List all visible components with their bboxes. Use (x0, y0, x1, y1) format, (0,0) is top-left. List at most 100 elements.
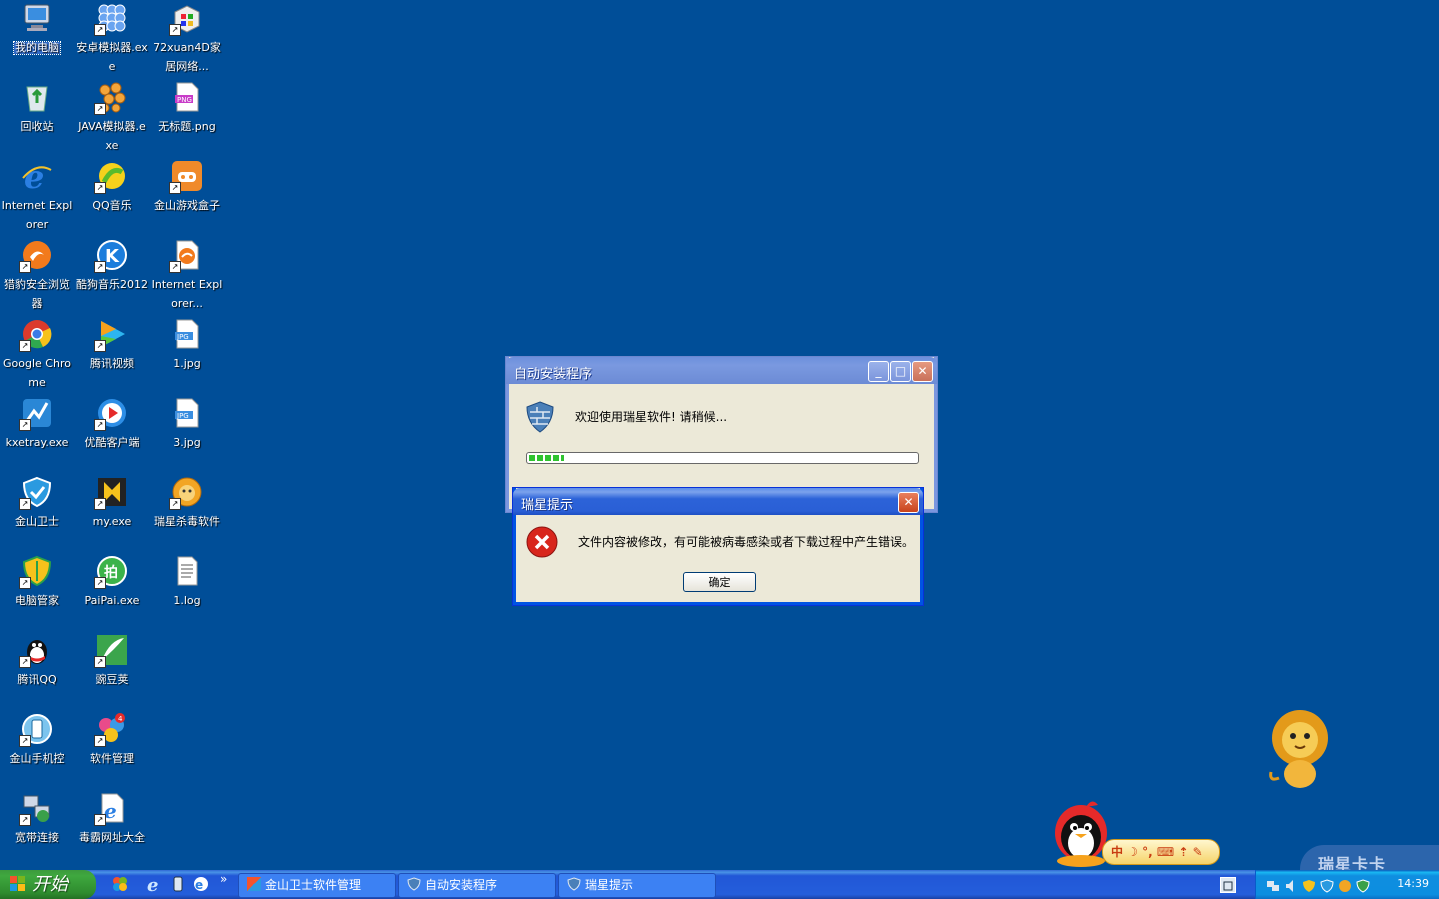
alert-message: 文件内容被修改，有可能被病毒感染或者下载过程中产生错误。 (578, 535, 915, 549)
rising-tray-icon[interactable] (1338, 878, 1352, 892)
my-computer-icon (21, 2, 53, 34)
network-icon[interactable] (1266, 878, 1280, 892)
lion-mascot[interactable] (1265, 708, 1335, 790)
jpg-file-icon: JPG (171, 318, 203, 350)
shield-icon (525, 401, 555, 433)
task-kingsoft-software-manager[interactable]: 金山卫士软件管理 (238, 873, 396, 898)
desktop-icon-rising-antivirus[interactable]: ↗ 瑞星杀毒软件 (151, 476, 223, 529)
desktop-icon-youku[interactable]: ↗ 优酷客户端 (76, 397, 148, 450)
task-installer[interactable]: 自动安装程序 (398, 873, 556, 898)
broadband-icon: ↗ (19, 792, 53, 826)
desktop-icon-my-computer[interactable]: 我的电脑 (1, 2, 73, 55)
rising-antivirus-icon: ↗ (169, 476, 203, 510)
desktop-icon-recycle-bin[interactable]: 回收站 (1, 81, 73, 134)
alert-close-button[interactable]: ✕ (898, 492, 919, 513)
antivirus-tray-icon[interactable] (1356, 878, 1370, 893)
alert-titlebar[interactable]: 瑞星提示 ✕ (513, 488, 923, 515)
maximize-button[interactable]: □ (890, 361, 911, 382)
desktop-icon-my-exe[interactable]: ↗ my.exe (76, 476, 148, 529)
browser-quicklaunch-icon[interactable]: e (192, 875, 210, 893)
windows-logo-icon (10, 876, 26, 892)
desktop-icon-internet-explorer[interactable]: e Internet Explorer (1, 158, 73, 232)
desktop-icon-kingsoft-guard[interactable]: ↗ 金山卫士 (1, 476, 73, 529)
jpg-file-icon: JPG (171, 397, 203, 429)
qq-music-icon: ↗ (94, 160, 128, 194)
ie-quicklaunch-icon[interactable]: e (146, 875, 164, 896)
tencent-video-icon: ↗ (94, 318, 128, 352)
ie-shortcut-icon: ↗ (169, 239, 203, 273)
task-rising-alert[interactable]: 瑞星提示 (558, 873, 716, 898)
desktop-icon-liebao-browser[interactable]: ↗ 猎豹安全浏览器 (1, 239, 73, 311)
desktop-icon-72xuan[interactable]: ↗ 72xuan4D家居网络... (151, 2, 223, 74)
svg-text:e: e (24, 160, 44, 192)
media-player-icon[interactable] (170, 876, 186, 892)
security-shield-icon[interactable] (1302, 878, 1316, 892)
java-emulator-icon: ↗ (94, 81, 128, 115)
paipai-icon: 拍 ↗ (94, 555, 128, 589)
desktop-icon-qq-music[interactable]: ↗ QQ音乐 (76, 160, 148, 213)
chrome-icon: ↗ (19, 318, 53, 352)
desktop-icon-log-file[interactable]: 1.log (151, 555, 223, 608)
game-box-icon: ↗ (169, 160, 203, 194)
desktop-icon-android-emulator[interactable]: ↗ 安卓模拟器.exe (76, 2, 148, 74)
desktop-icon-png-file[interactable]: PNG 无标题.png (151, 81, 223, 134)
desktop-icon-jpg-1[interactable]: JPG 1.jpg (151, 318, 223, 371)
shield-icon (567, 876, 581, 891)
show-desktop-icon[interactable] (112, 876, 128, 892)
ok-button[interactable]: 确定 (683, 572, 756, 592)
qq-toolbar[interactable]: 中 ☽ °, ⌨ ⇡ ✎ (1046, 797, 1221, 867)
svg-text:K: K (105, 246, 120, 267)
quicklaunch-more[interactable]: » (220, 872, 227, 886)
alert-title: 瑞星提示 (521, 498, 574, 513)
minimize-button[interactable]: _ (868, 361, 889, 382)
desktop-icon-kugou[interactable]: K ↗ 酷狗音乐2012 (76, 239, 148, 292)
rising-watermark: 瑞星卡卡 (1300, 845, 1439, 874)
taskbar: 开始 e e » 金山卫士软件管理 自动安装程序 瑞星提示 14:39 (0, 870, 1439, 899)
desktop-icon-software-manager[interactable]: 4 ↗ 软件管理 (76, 713, 148, 766)
desktop-icon-wandoujia[interactable]: ↗ 豌豆荚 (76, 634, 148, 687)
start-button[interactable]: 开始 (0, 870, 96, 899)
input-method-icon[interactable] (1220, 877, 1236, 893)
kingsoft-guard-icon: ↗ (19, 476, 53, 510)
qq-penguin-icon: ↗ (19, 634, 53, 668)
close-button[interactable]: ✕ (912, 361, 933, 382)
software-manager-icon (247, 877, 261, 891)
kugou-icon: K ↗ (94, 239, 128, 273)
desktop-icon-pc-manager[interactable]: ↗ 电脑管家 (1, 555, 73, 608)
lion-mascot-icon (1269, 710, 1328, 788)
svg-text:4: 4 (118, 715, 123, 723)
desktop-icon-java-emulator[interactable]: ↗ JAVA模拟器.exe (76, 81, 148, 153)
duba-nav-icon: e ↗ (94, 792, 128, 826)
installer-titlebar[interactable]: 自动安装程序 _ □ ✕ (506, 357, 937, 384)
clock[interactable]: 14:39 (1397, 877, 1429, 890)
desktop-icon-qq[interactable]: ↗ 腾讯QQ (1, 634, 73, 687)
desktop-icon-tencent-video[interactable]: ↗ 腾讯视频 (76, 318, 148, 371)
wandoujia-icon: ↗ (94, 634, 128, 668)
desktop-icon-ie-shortcut[interactable]: ↗ Internet Explorer... (151, 239, 223, 311)
svg-text:拍: 拍 (104, 564, 118, 581)
qq-toolbar-bar[interactable]: 中 ☽ °, ⌨ ⇡ ✎ (1102, 839, 1220, 865)
desktop-icon-duba-nav[interactable]: e ↗ 毒霸网址大全 (76, 792, 148, 845)
desktop-icon-broadband[interactable]: ↗ 宽带连接 (1, 792, 73, 845)
internet-explorer-icon: e (21, 158, 53, 196)
guard-shield-icon[interactable] (1320, 878, 1334, 893)
alert-dialog: 瑞星提示 ✕ 文件内容被修改，有可能被病毒感染或者下载过程中产生错误。 确定 (513, 488, 923, 605)
installer-title: 自动安装程序 (514, 367, 593, 382)
volume-icon[interactable] (1284, 878, 1298, 892)
youku-icon: ↗ (94, 397, 128, 431)
liebao-browser-icon: ↗ (19, 239, 53, 273)
desktop-icon-chrome[interactable]: ↗ Google Chrome (1, 318, 73, 390)
my-exe-icon: ↗ (94, 476, 128, 510)
quick-launch: e e » (104, 870, 232, 899)
phone-control-icon: ↗ (19, 713, 53, 747)
android-emulator-icon: ↗ (94, 2, 128, 36)
software-manager-icon: 4 ↗ (94, 713, 128, 747)
log-file-icon (171, 555, 203, 587)
desktop-icon-game-box[interactable]: ↗ 金山游戏盒子 (151, 160, 223, 213)
desktop-icon-kxetray[interactable]: ↗ kxetray.exe (1, 397, 73, 450)
72xuan-icon: ↗ (169, 2, 203, 36)
recycle-bin-icon (21, 81, 53, 113)
desktop-icon-jpg-3[interactable]: JPG 3.jpg (151, 397, 223, 450)
desktop-icon-phone-control[interactable]: ↗ 金山手机控 (1, 713, 73, 766)
desktop-icon-paipai[interactable]: 拍 ↗ PaiPai.exe (76, 555, 148, 608)
